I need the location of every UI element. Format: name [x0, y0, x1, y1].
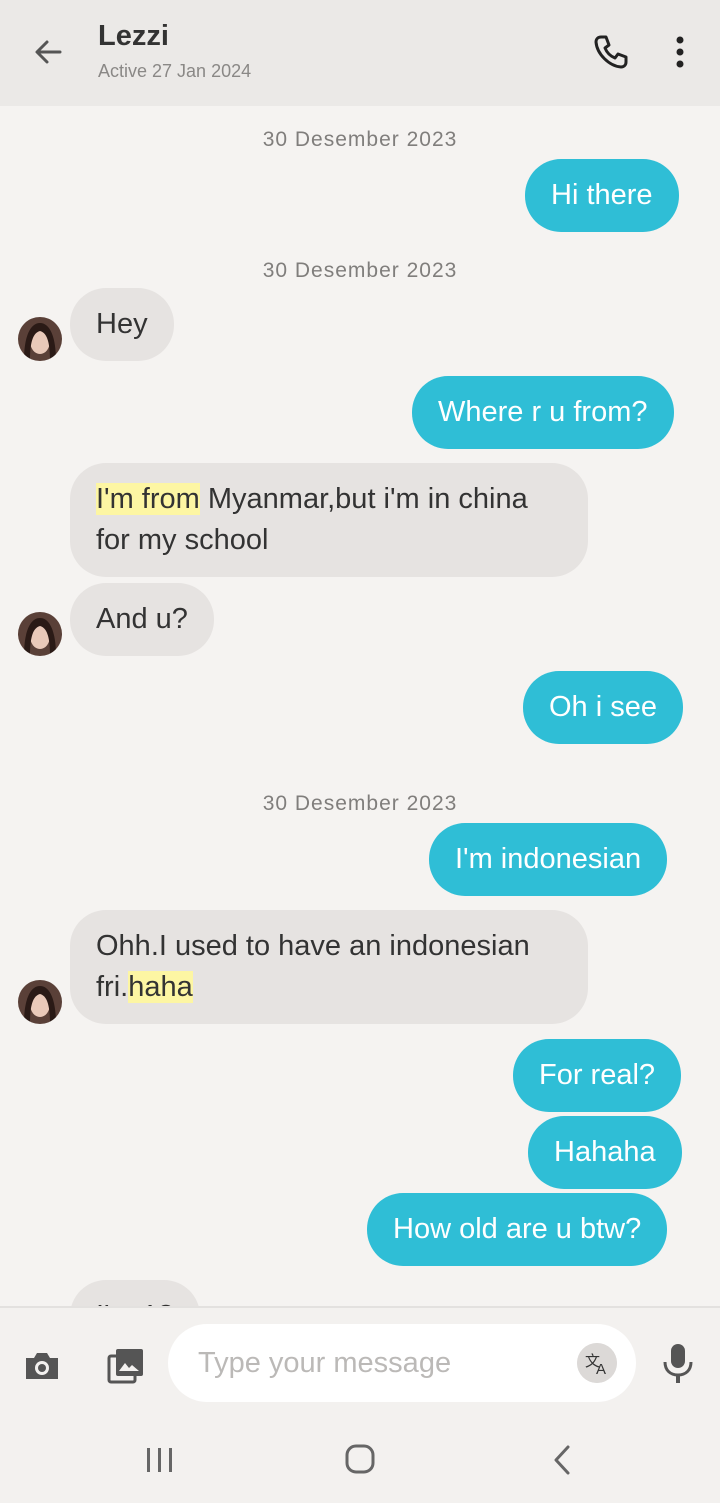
outgoing-message[interactable]: Oh i see [523, 671, 683, 744]
date-separator: 30 Desember 2023 [262, 259, 458, 282]
mic-icon[interactable] [660, 1342, 696, 1384]
recent-apps-icon[interactable] [140, 1442, 180, 1478]
incoming-message[interactable]: Hey [70, 288, 174, 361]
home-icon[interactable] [340, 1442, 380, 1478]
outgoing-message[interactable]: For real? [513, 1039, 682, 1112]
contact-avatar[interactable] [18, 612, 62, 656]
contact-name[interactable]: Lezzi [98, 20, 169, 53]
outgoing-message[interactable]: Hi there [525, 159, 679, 232]
incoming-message[interactable]: I'm from Myanmar,but i'm in china for my… [70, 463, 588, 577]
more-vert-icon[interactable] [668, 32, 692, 72]
date-separator: 30 Desember 2023 [262, 128, 458, 151]
search-highlight: haha [128, 971, 193, 1003]
phone-icon[interactable] [591, 32, 631, 72]
svg-text:A: A [596, 1361, 606, 1378]
outgoing-message[interactable]: How old are u btw? [367, 1193, 668, 1266]
back-arrow-icon[interactable] [30, 34, 66, 70]
incoming-message[interactable]: I'm 18 [70, 1280, 201, 1306]
chat-header: Lezzi Active 27 Jan 2024 [0, 0, 720, 106]
gallery-icon[interactable] [106, 1346, 146, 1386]
message-list[interactable]: 30 Desember 2023 Hi there 30 Desember 20… [0, 106, 720, 1306]
contact-avatar[interactable] [18, 980, 62, 1024]
incoming-message[interactable]: And u? [70, 583, 214, 656]
message-input[interactable] [196, 1340, 570, 1386]
outgoing-message[interactable]: Hahaha [528, 1116, 682, 1189]
translate-icon[interactable]: 文 A [577, 1343, 617, 1383]
contact-status: Active 27 Jan 2024 [98, 61, 252, 81]
message-input-container [168, 1324, 636, 1402]
contact-avatar[interactable] [18, 317, 62, 361]
search-highlight: I'm from [96, 483, 200, 515]
camera-icon[interactable] [22, 1346, 62, 1386]
incoming-message[interactable]: Ohh.I used to have an indonesian fri.hah… [70, 910, 588, 1024]
outgoing-message[interactable]: Where r u from? [412, 376, 674, 449]
nav-back-icon[interactable] [544, 1442, 584, 1478]
outgoing-message[interactable]: I'm indonesian [429, 823, 668, 896]
date-separator: 30 Desember 2023 [262, 792, 458, 815]
